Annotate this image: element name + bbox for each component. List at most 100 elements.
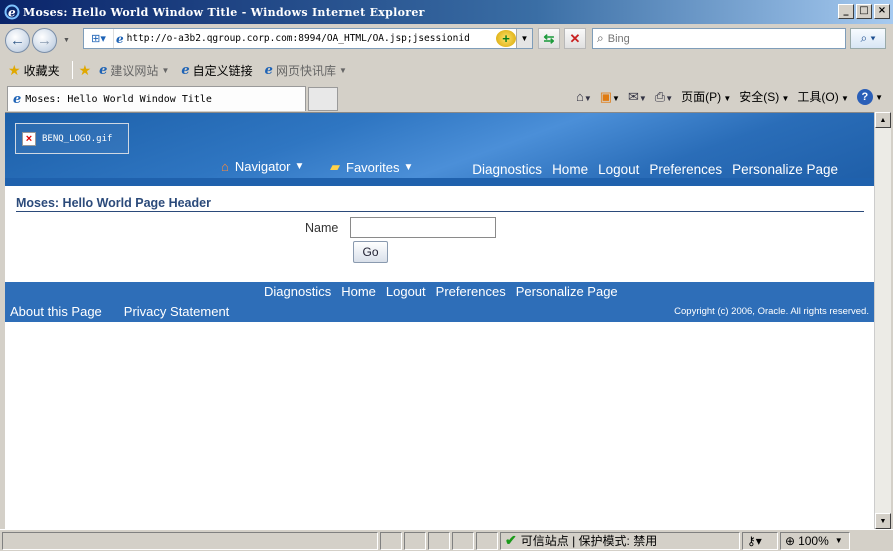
security-lock-icon: ⚷▾ [747, 533, 762, 548]
address-bar[interactable]: ⊞▾ e http://o-a3b2.qgroup.corp.com:8994/… [83, 28, 533, 49]
favorites-menu-label: Favorites [346, 159, 400, 175]
search-input[interactable] [607, 32, 828, 45]
status-cell [380, 531, 402, 550]
refresh-icon: ⇆ [543, 30, 555, 46]
ie-page-icon: e [264, 62, 273, 78]
footer-links: Diagnostics Home Logout Preferences Pers… [264, 284, 618, 299]
vertical-scrollbar[interactable]: ▲ ▼ [874, 112, 891, 529]
forward-button[interactable]: → [32, 27, 57, 53]
divider [71, 61, 73, 79]
tools-menu-label: 工具(O) [797, 90, 839, 104]
security-zone-label: 可信站点 | 保护模式: 禁用 [520, 534, 658, 548]
logo-alt-text: BENQ_LOGO.gif [42, 133, 113, 144]
home-icon[interactable]: ⌂▼ [576, 89, 592, 104]
broken-image-icon: × [22, 131, 36, 146]
chevron-down-icon: ▼ [403, 161, 414, 173]
custom-links-link[interactable]: e 自定义链接 [181, 62, 252, 79]
status-cell [428, 531, 450, 550]
about-this-page-link[interactable]: About this Page [10, 304, 102, 319]
maximize-button[interactable]: □ [856, 4, 872, 19]
oa-footer: Diagnostics Home Logout Preferences Pers… [5, 282, 874, 322]
command-bar: ⌂▼ ▣▼ ✉▼ ⎙▼ 页面(P) ▼ 安全(S) ▼ 工具(O) ▼ ? ▼ [576, 88, 883, 105]
safety-menu[interactable]: 安全(S) ▼ [739, 88, 789, 105]
chevron-down-icon: ▼ [294, 161, 305, 172]
page-menu-label: 页面(P) [681, 90, 722, 104]
name-label: Name [305, 220, 339, 235]
status-cell [476, 531, 498, 550]
window-title: Moses: Hello World Window Title - Window… [23, 5, 425, 19]
safety-menu-label: 安全(S) [739, 90, 780, 104]
page-title: Moses: Hello World Page Header [16, 196, 864, 212]
footer-diagnostics-link[interactable]: Diagnostics [264, 284, 331, 299]
search-button[interactable]: ⌕ ▾ [850, 28, 886, 49]
window-title-bar[interactable]: e Moses: Hello World Window Title - Wind… [0, 0, 893, 24]
mail-icon[interactable]: ✉▼ [628, 89, 647, 105]
chevron-down-icon: ▼ [338, 65, 347, 75]
refresh-button[interactable]: ⇆ [538, 28, 560, 49]
page-icon[interactable]: ⊞▾ [84, 29, 114, 48]
navigator-menu[interactable]: ⌂ Navigator ▼ [221, 159, 304, 174]
back-arrow-icon: ← [10, 31, 25, 49]
page-viewport: × BENQ_LOGO.gif ⌂ Navigator ▼ ▰ Favorite… [5, 112, 874, 529]
stop-button[interactable]: ✕ [564, 28, 586, 49]
ie-page-icon: e [99, 62, 108, 78]
history-dropdown-icon[interactable]: ▼ [63, 37, 70, 44]
tab-row: e Moses: Hello World Window Title ⌂▼ ▣▼ … [0, 84, 893, 112]
svg-text:e: e [8, 6, 16, 20]
security-zone[interactable]: ✔ 可信站点 | 保护模式: 禁用 [500, 531, 740, 550]
compatibility-view-icon[interactable]: + [496, 30, 516, 47]
check-icon: ✔ [505, 532, 517, 548]
name-form-row: Name [305, 217, 497, 238]
personalize-page-link[interactable]: Personalize Page [732, 162, 838, 177]
print-icon[interactable]: ⎙▼ [655, 89, 673, 105]
favorites-menu[interactable]: ▰ Favorites ▼ [330, 159, 413, 175]
favorites-label: 收藏夹 [23, 63, 60, 78]
favorites-button[interactable]: ★ 收藏夹 [8, 62, 60, 79]
zoom-icon: ⊕ [785, 533, 796, 548]
company-logo: × BENQ_LOGO.gif [15, 123, 129, 154]
new-tab-button[interactable] [308, 87, 338, 111]
close-window-button[interactable]: × [874, 4, 890, 19]
chevron-down-icon: ▼ [834, 536, 843, 545]
oa-branding-header: × BENQ_LOGO.gif ⌂ Navigator ▼ ▰ Favorite… [5, 113, 874, 186]
add-favorite-icon[interactable]: ★ [79, 62, 92, 79]
suggested-sites-link[interactable]: e 建议网站 ▼ [99, 62, 169, 79]
footer-personalize-page-link[interactable]: Personalize Page [516, 284, 618, 299]
go-button[interactable]: Go [353, 241, 388, 263]
minimize-button[interactable]: _ [838, 4, 854, 19]
footer-home-link[interactable]: Home [341, 284, 376, 299]
diagnostics-link[interactable]: Diagnostics [472, 162, 542, 177]
page-menu[interactable]: 页面(P) ▼ [681, 88, 731, 105]
browser-tab[interactable]: e Moses: Hello World Window Title [7, 86, 306, 111]
home-link[interactable]: Home [552, 162, 588, 177]
favorites-folder-icon: ▰ [330, 159, 340, 174]
zoom-control[interactable]: ⊕ 100% ▼ [780, 531, 850, 550]
ie-page-icon: e [116, 31, 124, 46]
address-dropdown-icon[interactable]: ▼ [516, 29, 532, 48]
ie-page-icon: e [13, 91, 22, 107]
popup-blocker[interactable]: ⚷▾ [742, 531, 778, 550]
web-slice-gallery-link[interactable]: e 网页快讯库 ▼ [265, 62, 347, 79]
search-icon: ⌕ ▾ [860, 31, 876, 45]
back-button[interactable]: ← [5, 27, 30, 53]
footer-logout-link[interactable]: Logout [386, 284, 426, 299]
search-provider-icon: ⌕ [597, 31, 604, 45]
status-cell [404, 531, 426, 550]
help-menu[interactable]: ? ▼ [856, 88, 883, 105]
scroll-up-button[interactable]: ▲ [875, 112, 891, 128]
address-url[interactable]: http://o-a3b2.qgroup.corp.com:8994/OA_HT… [124, 33, 484, 44]
suggested-sites-label: 建议网站 [110, 63, 159, 78]
privacy-statement-link[interactable]: Privacy Statement [124, 304, 230, 319]
ie-logo-icon: e [4, 4, 20, 20]
favorites-bar: ★ 收藏夹 ★ e 建议网站 ▼ e 自定义链接 e 网页快讯库 ▼ [0, 58, 893, 82]
name-input[interactable] [350, 217, 497, 238]
logout-link[interactable]: Logout [598, 162, 639, 177]
footer-preferences-link[interactable]: Preferences [436, 284, 506, 299]
scroll-down-button[interactable]: ▼ [875, 513, 891, 529]
status-bar: ✔ 可信站点 | 保护模式: 禁用 ⚷▾ ⊕ 100% ▼ [0, 529, 893, 551]
preferences-link[interactable]: Preferences [649, 162, 722, 177]
custom-links-label: 自定义链接 [192, 63, 253, 78]
tools-menu[interactable]: 工具(O) ▼ [797, 88, 848, 105]
search-box[interactable]: ⌕ [592, 28, 846, 49]
feeds-icon[interactable]: ▣▼ [600, 89, 620, 105]
